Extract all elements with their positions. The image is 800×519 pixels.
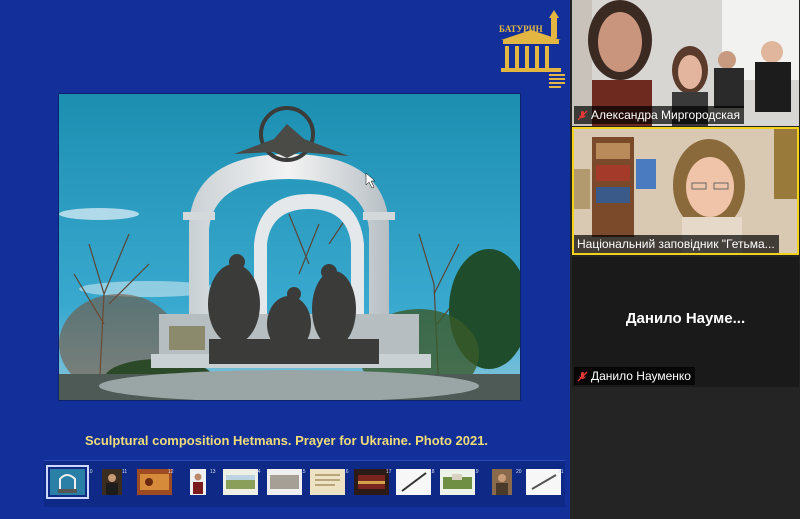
thumbnail-number: 16 <box>343 469 349 475</box>
muted-mic-icon <box>577 371 588 381</box>
thumbnail-number: 18 <box>429 469 435 475</box>
slide-caption: Sculptural composition Hetmans. Prayer f… <box>84 433 489 448</box>
participant-tile[interactable]: Александра Миргородская <box>572 0 799 126</box>
participants-panel: Александра Миргородская Національний зап… <box>570 0 800 519</box>
landscape-thumb-icon[interactable] <box>440 469 475 495</box>
document-thumb-icon[interactable] <box>310 469 345 495</box>
thumbnail-number: 15 <box>300 469 306 475</box>
painting-thumb-icon[interactable] <box>354 469 389 495</box>
thumbnail-number: 20 <box>516 469 522 475</box>
active-speaker-tile[interactable]: Національний заповідник "Гетьма... <box>572 127 799 255</box>
monument-photo <box>58 93 521 401</box>
thumbnail-strip: 10 11 12 13 14 15 16 17 18 19 20 21 <box>44 460 565 507</box>
landscape-thumb-icon[interactable] <box>223 469 258 495</box>
participant-name-label: Данило Науменко <box>574 367 695 385</box>
thumbnail-number: 13 <box>210 469 216 475</box>
monument-thumb-icon[interactable] <box>46 465 89 499</box>
landscape-thumb-icon[interactable] <box>267 469 302 495</box>
thumbnail-number: 17 <box>386 469 392 475</box>
participant-display-name: Данило Науме... <box>625 310 746 327</box>
thumbnail-number: 19 <box>473 469 479 475</box>
thumbnail-number: 21 <box>558 469 564 475</box>
shared-screen: БАТУРИН Sculptural composition Hetmans. … <box>0 0 613 519</box>
thumbnail-number: 14 <box>255 469 261 475</box>
portrait-thumb-icon[interactable] <box>484 469 519 495</box>
thumbnail-number: 12 <box>168 469 174 475</box>
sword-thumb-icon[interactable] <box>526 469 561 495</box>
muted-mic-icon <box>577 110 588 120</box>
participant-name-label: Александра Миргородская <box>574 106 744 124</box>
baturyn-logo: БАТУРИН <box>499 10 565 88</box>
participant-name-label: Національний заповідник "Гетьма... <box>574 235 779 253</box>
participant-tile[interactable]: Данило Науме... Данило Науменко <box>572 257 799 387</box>
thumbnail-number: 11 <box>122 469 128 475</box>
painting-thumb-icon[interactable] <box>137 469 172 495</box>
thumbnail-number: 10 <box>87 469 93 475</box>
sword-thumb-icon[interactable] <box>396 469 431 495</box>
